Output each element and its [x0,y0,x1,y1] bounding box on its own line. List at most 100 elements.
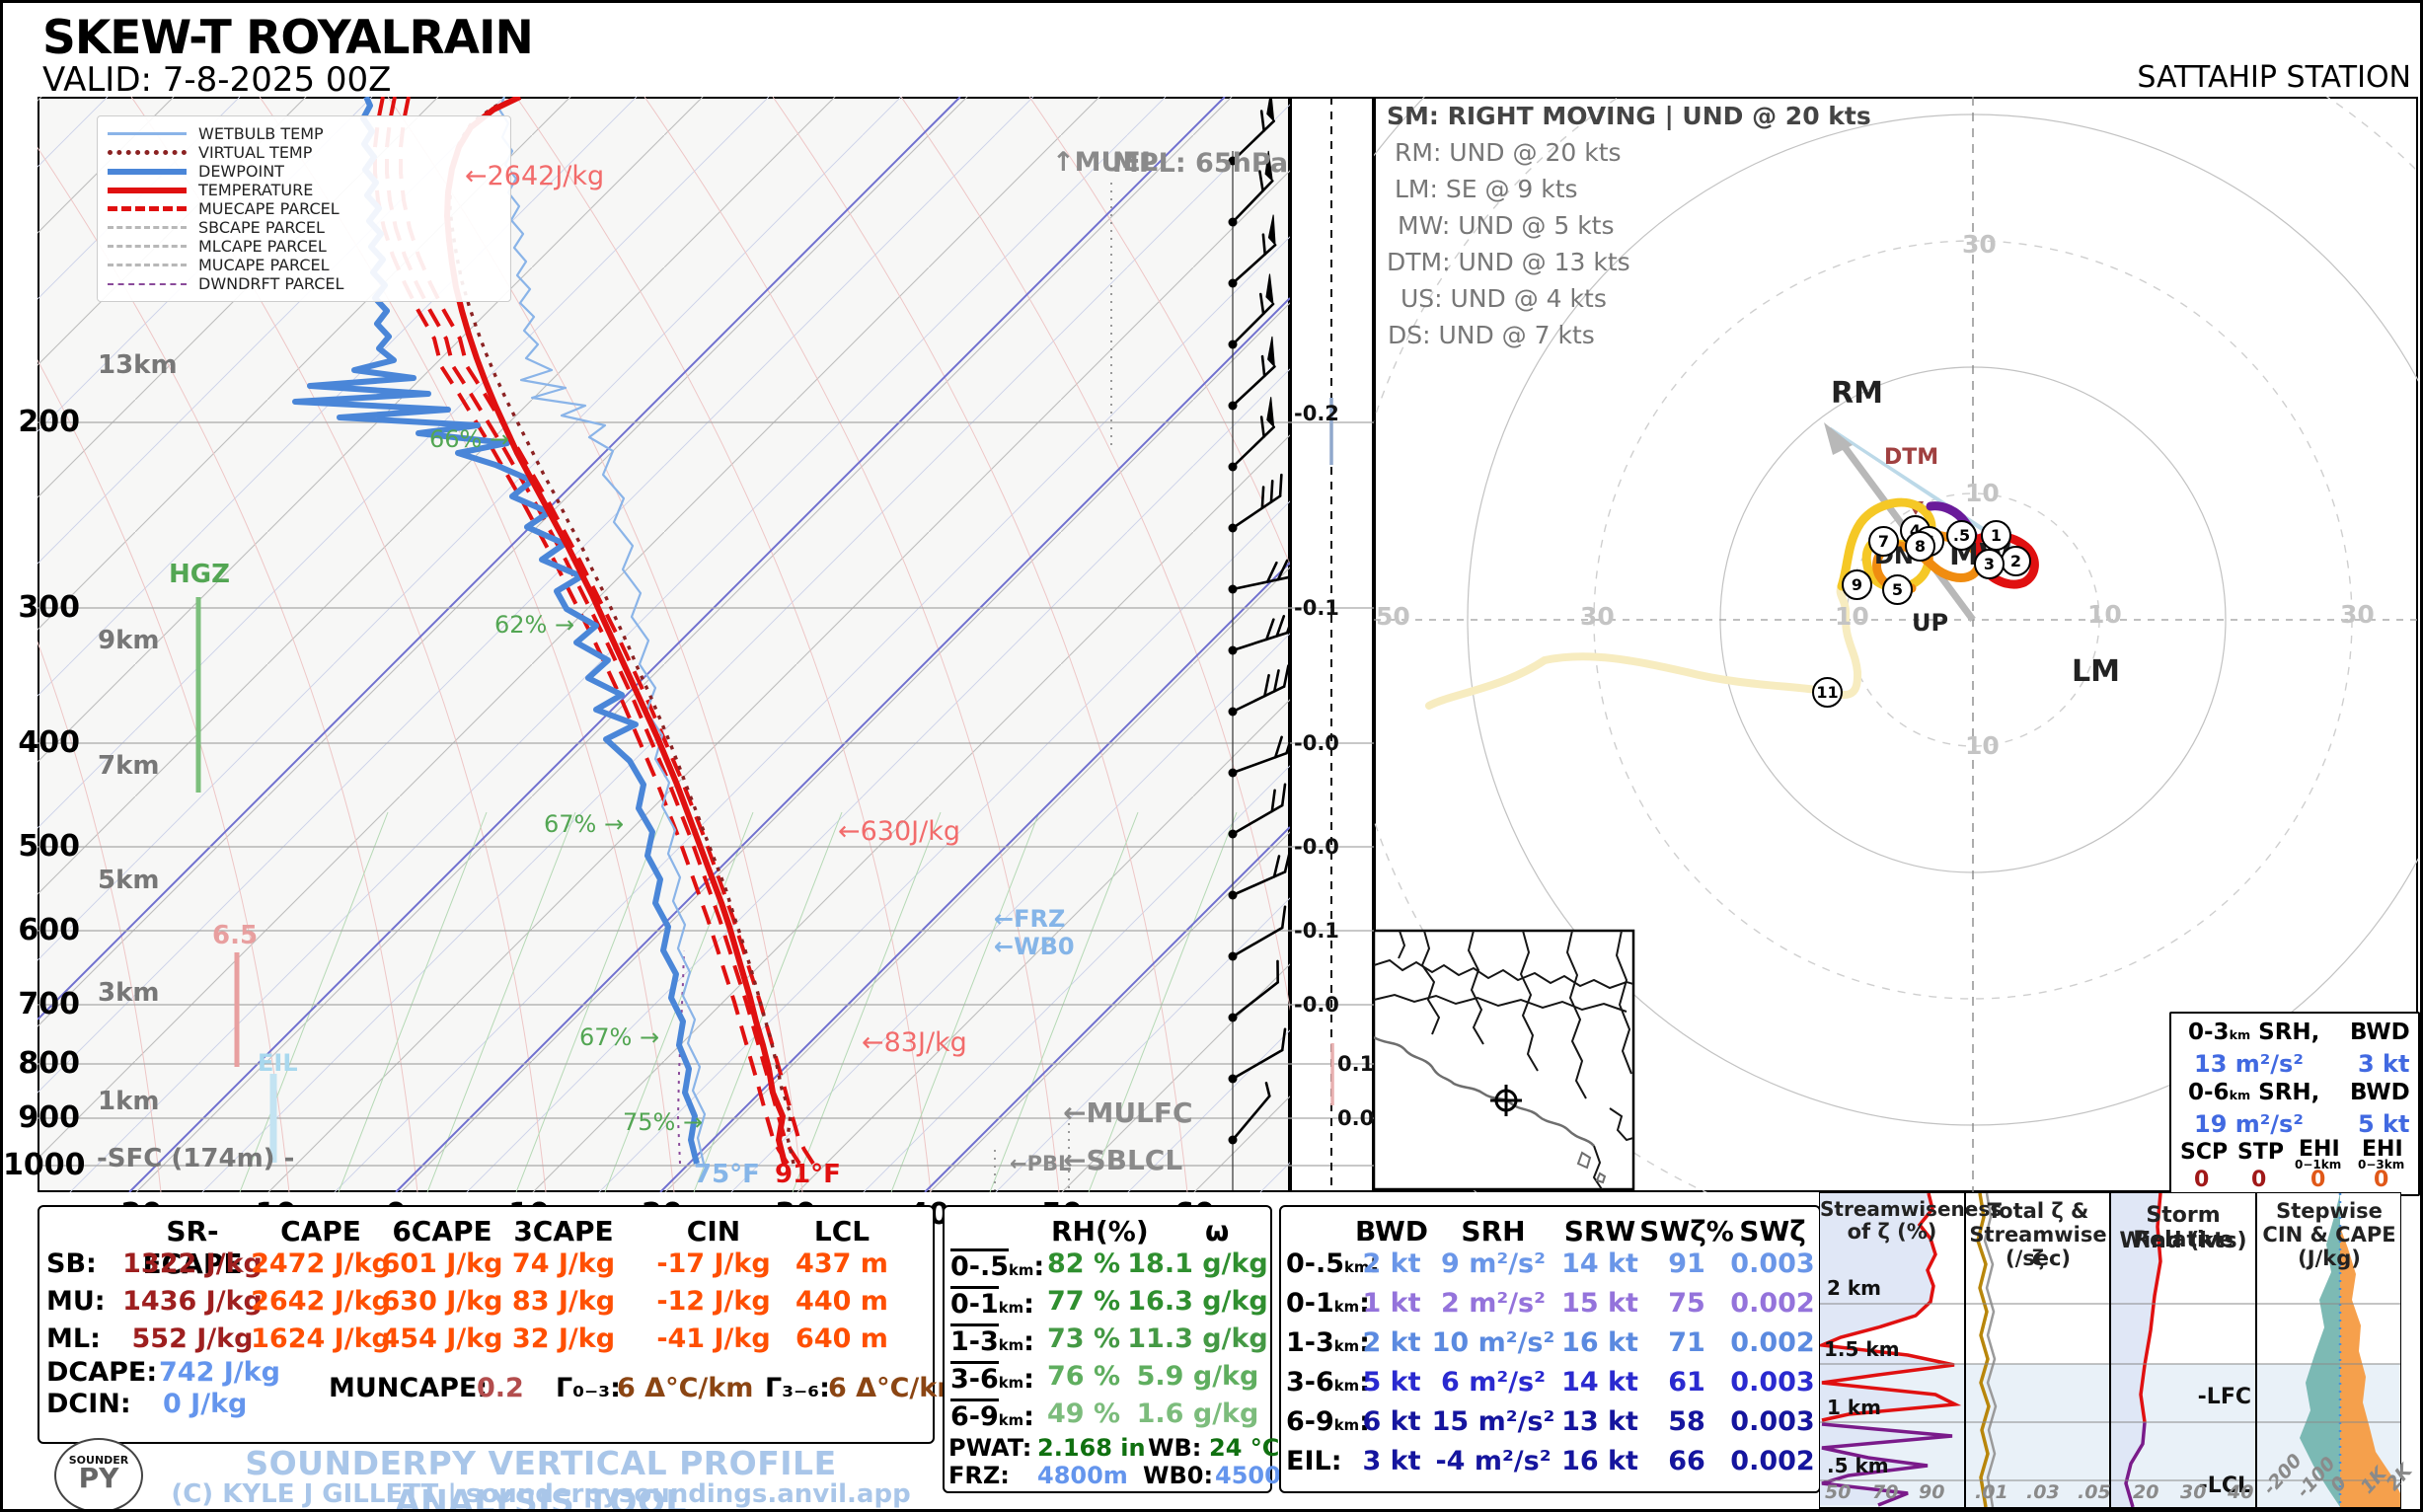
wb0-label: ←WB0 [994,933,1075,960]
up-label: UP [1912,609,1949,637]
hodo-marker: 5 [1882,574,1913,605]
map-inset [1374,929,1635,1191]
legend-label: TEMPERATURE [198,181,314,199]
legend-item: DEWPOINT [108,162,500,181]
rh-value: 77 % [1046,1286,1121,1317]
kin-srh: -4 m²/s² [1435,1446,1552,1476]
sb-cin: -17 J/kg [656,1248,771,1279]
rh-value: 76 % [1046,1361,1121,1392]
hodo-marker-label: 11 [1816,683,1839,702]
p1-tick: 70 [1872,1481,1899,1503]
omega-column [1290,97,1374,1192]
legend-item: WETBULB TEMP [108,124,500,143]
ml-lcl: 640 m [795,1323,888,1354]
kin-swz: 0.003 [1730,1248,1815,1279]
moisture-row-label: 3-6km: [950,1361,1034,1395]
thermo-header: LCL [813,1215,871,1247]
legend-label: SBCAPE PARCEL [198,218,325,237]
legend-item: MUECAPE PARCEL [108,199,500,218]
hodo-marker-label: .5 [1952,526,1971,545]
ring-label-30-top: 30 [1962,230,1997,259]
lm-label: LM [2072,654,2120,689]
ml-srecape: 552 J/kg [131,1323,254,1354]
pressure-tick: 800 [18,1046,80,1081]
pwat-label: PWAT: [948,1434,1032,1462]
p2-title-1: Total ζ & [1987,1199,2089,1223]
rh-annotation: 67% → [579,1023,660,1051]
hodo-marker: 2 [2001,546,2031,576]
p1-tick: 90 [1919,1481,1945,1503]
pbl-label: ←PBL [1010,1152,1072,1175]
sblcl-label: ←SBLCL [1063,1144,1183,1176]
pressure-tick: 700 [18,987,80,1021]
hodo-marker: 11 [1812,677,1843,708]
sfc-label: -SFC (174m) - [97,1144,295,1173]
p3-tick: 20 [2133,1481,2159,1503]
height-label: 1km [98,1087,160,1116]
wb-value: 24 °C [1209,1434,1280,1462]
stp-value: 0 [2251,1168,2267,1192]
legend-label: WETBULB TEMP [198,124,324,143]
moisture-row-label: 1-3km: [950,1323,1034,1357]
hodo-marker-label: 2 [2009,552,2022,570]
sb-3cape: 74 J/kg [511,1248,616,1279]
hodo-marker: 1 [1981,520,2011,551]
gamma-0-3-label: Γ₀₋₃: [556,1373,621,1403]
bwd-0-3-header: BWD [2350,1020,2410,1045]
row-label-ml: ML: [46,1323,101,1354]
legend-label: MUCAPE PARCEL [198,256,330,274]
kin-swz: 0.003 [1730,1406,1815,1437]
rh-annotation: 75% → [623,1108,704,1136]
storm-motion-ds: DS: UND @ 7 kts [1388,321,1595,349]
kin-srw: 13 kt [1561,1406,1638,1437]
ring-label-10-bottom: 10 [1965,731,2000,760]
scp-header: SCP [2180,1140,2229,1165]
hodo-marker-label: 8 [1914,537,1927,556]
hodo-marker-label: 7 [1877,532,1890,551]
dewpoint-line-sample [108,168,187,175]
mu-srecape: 1436 J/kg [122,1286,263,1317]
srh-header: SRH [1461,1215,1526,1247]
height-label: 3km [98,978,160,1008]
thermo-header: CIN [686,1215,741,1247]
height-0-5km: .5 km [1827,1454,1889,1477]
pressure-tick: 500 [18,829,80,864]
hodo-marker: .5 [1946,520,1977,551]
pwat-value: 2.168 in [1037,1434,1146,1462]
omega-value: -0.2 [1294,402,1339,425]
moisture-row-label: 6-9km: [950,1399,1034,1432]
ml-3cape: 32 J/kg [511,1323,616,1354]
mulfc-label: ←MULFC [1063,1096,1193,1129]
omega-header: ω [1205,1215,1230,1247]
rh-value: 73 % [1046,1323,1121,1354]
gamma-0-3-value: 6 Δ°C/km [617,1373,754,1403]
height-label: 7km [98,751,160,781]
hodo-marker-label: 1 [1990,526,2003,545]
legend-item: SBCAPE PARCEL [108,218,500,237]
mixratio-value: 11.3 g/kg [1127,1323,1268,1354]
row-label-sb: SB: [46,1248,97,1279]
dcin-value: 0 J/kg [163,1389,248,1419]
p2-title-3: (/sec) [2005,1247,2072,1270]
legend-label: MUECAPE PARCEL [198,199,340,218]
pressure-tick: 200 [18,405,80,439]
omega-value: -0.1 [1294,596,1339,620]
cape-83-annotation: ←83J/kg [862,1027,967,1058]
mixratio-value: 16.3 g/kg [1127,1286,1268,1317]
wetbulb-line-sample [108,132,187,135]
kin-srw: 15 kt [1561,1288,1638,1319]
ring-label-30-left: 30 [1580,602,1615,631]
cape-630-annotation: ←630J/kg [838,816,960,847]
storm-motion-header: SM: RIGHT MOVING | UND @ 20 kts [1387,102,1871,130]
frz-table-label: FRZ: [948,1462,1010,1489]
storm-motion-dtm: DTM: UND @ 13 kts [1387,248,1630,276]
kin-row-label-eil: EIL: [1286,1446,1342,1476]
rh-header: RH(%) [1051,1215,1149,1247]
p4-title-2: CIN & CAPE [2262,1223,2396,1247]
p1-title-2: of ζ (%) [1847,1220,1937,1244]
mixratio-value: 5.9 g/kg [1136,1361,1259,1392]
dwndrft-line-sample [108,282,187,285]
srh-0-3-value: 13 m²/s² [2194,1050,2304,1078]
legend-item: MUCAPE PARCEL [108,256,500,274]
wb-label: WB: [1148,1434,1202,1462]
